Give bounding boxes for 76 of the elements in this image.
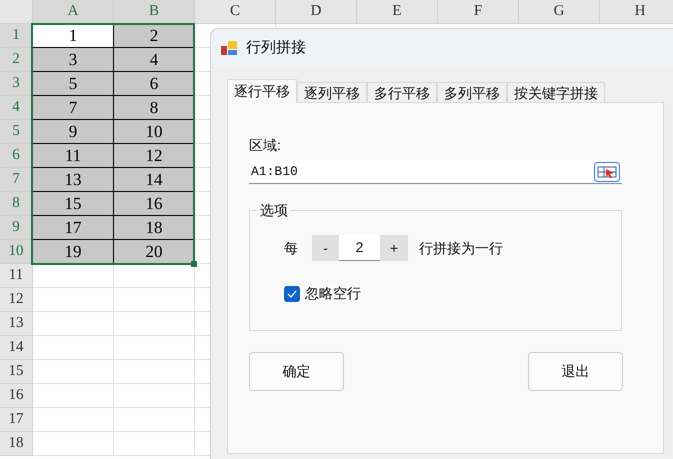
exit-button[interactable]: 退出	[528, 352, 623, 391]
column-header[interactable]: D	[276, 0, 357, 24]
row-header[interactable]: 9	[0, 216, 33, 240]
ok-button[interactable]: 确定	[249, 352, 344, 391]
table-cell[interactable]: 16	[114, 192, 195, 216]
empty-cell[interactable]	[114, 360, 195, 384]
column-header[interactable]: B	[114, 0, 195, 24]
range-field[interactable]: A1:B10	[249, 160, 622, 184]
empty-cell[interactable]	[114, 312, 195, 336]
tab[interactable]: 多列平移	[437, 82, 507, 103]
every-label: 每	[284, 238, 298, 258]
increment-button[interactable]: +	[380, 235, 408, 261]
empty-cell[interactable]	[114, 432, 195, 456]
row-header[interactable]: 15	[0, 360, 33, 384]
row-header[interactable]: 1	[0, 24, 33, 48]
row-header[interactable]: 2	[0, 48, 33, 72]
table-cell[interactable]: 14	[114, 168, 195, 192]
merge-rows-label: 行拼接为一行	[419, 238, 503, 258]
row-header[interactable]: 4	[0, 96, 33, 120]
count-field[interactable]: 2	[339, 235, 380, 261]
table-cell[interactable]: 6	[114, 72, 195, 96]
table-cell[interactable]: 19	[33, 240, 114, 264]
column-header[interactable]: F	[438, 0, 519, 24]
checkbox[interactable]	[284, 286, 300, 302]
row-header[interactable]: 16	[0, 384, 33, 408]
tab[interactable]: 逐行平移	[227, 79, 297, 103]
table-cell[interactable]: 4	[114, 48, 195, 72]
table-cell[interactable]: 7	[33, 96, 114, 120]
range-picker-icon[interactable]	[594, 162, 620, 182]
table-cell[interactable]: 9	[33, 120, 114, 144]
row-header[interactable]: 11	[0, 264, 33, 288]
table-cell[interactable]: 18	[114, 216, 195, 240]
table-cell[interactable]: 17	[33, 216, 114, 240]
row-header[interactable]: 14	[0, 336, 33, 360]
column-header[interactable]: A	[33, 0, 114, 24]
row-header[interactable]: 6	[0, 144, 33, 168]
options-legend: 选项	[258, 200, 290, 221]
row-header[interactable]: 18	[0, 432, 33, 456]
row-header[interactable]: 5	[0, 120, 33, 144]
table-cell[interactable]: 5	[33, 72, 114, 96]
row-header[interactable]: 10	[0, 240, 33, 264]
check-icon	[287, 290, 297, 298]
column-header[interactable]: H	[600, 0, 673, 24]
table-cell[interactable]: 11	[33, 144, 114, 168]
row-header[interactable]: 12	[0, 288, 33, 312]
fill-handle[interactable]	[191, 261, 197, 267]
table-cell[interactable]: 12	[114, 144, 195, 168]
tab[interactable]: 多行平移	[367, 82, 437, 103]
table-cell[interactable]: 2	[114, 24, 195, 48]
table-cell[interactable]: 8	[114, 96, 195, 120]
tab[interactable]: 按关键字拼接	[507, 82, 605, 103]
column-header[interactable]: G	[519, 0, 600, 24]
app-icon	[221, 40, 238, 56]
row-header[interactable]: 13	[0, 312, 33, 336]
table-cell[interactable]: 13	[33, 168, 114, 192]
window-title: 行列拼接	[246, 38, 306, 58]
empty-cell[interactable]	[114, 288, 195, 312]
table-cell[interactable]: 1	[33, 24, 114, 48]
row-header[interactable]: 8	[0, 192, 33, 216]
empty-cell[interactable]	[114, 336, 195, 360]
empty-cell[interactable]	[114, 408, 195, 432]
range-label: 区域:	[249, 138, 282, 152]
empty-cell[interactable]	[114, 384, 195, 408]
row-header[interactable]: 17	[0, 408, 33, 432]
table-cell[interactable]: 10	[114, 120, 195, 144]
row-header[interactable]: 7	[0, 168, 33, 192]
tab[interactable]: 逐列平移	[297, 82, 367, 103]
table-cell[interactable]: 3	[33, 48, 114, 72]
table-cell[interactable]: 20	[114, 240, 195, 264]
select-all-corner[interactable]	[0, 0, 33, 24]
table-cell[interactable]: 15	[33, 192, 114, 216]
decrement-button[interactable]: -	[312, 235, 339, 261]
skip-empty-label: 忽略空行	[305, 284, 361, 303]
column-header[interactable]: E	[357, 0, 438, 24]
row-header[interactable]: 3	[0, 72, 33, 96]
column-header[interactable]: C	[195, 0, 276, 24]
